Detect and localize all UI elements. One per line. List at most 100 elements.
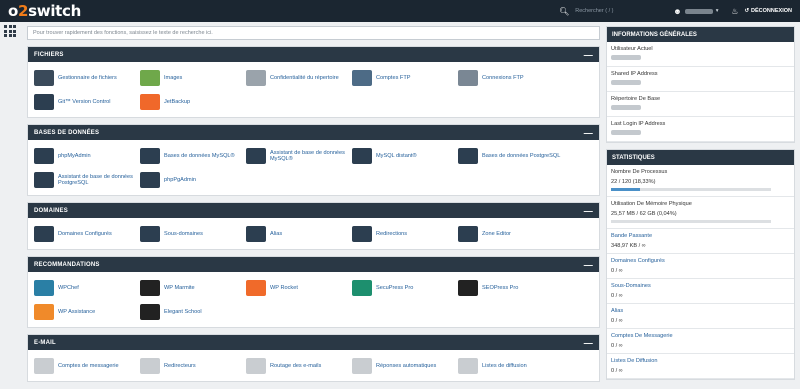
feature-link[interactable]: Redirecteurs: [140, 356, 246, 375]
section-header[interactable]: DOMAINES —: [28, 203, 599, 218]
feature-link[interactable]: SEOPress Pro: [458, 278, 564, 297]
feature-label: Images: [164, 74, 183, 81]
feature-link[interactable]: Comptes de messagerie: [34, 356, 140, 375]
info-label: Shared IP Address: [611, 71, 658, 77]
secupress-icon: [352, 279, 372, 296]
collapse-icon[interactable]: —: [584, 206, 593, 216]
feature-link[interactable]: Connexions FTP: [458, 68, 564, 87]
feature-link[interactable]: Redirections: [352, 224, 458, 243]
feature-link[interactable]: Routage des e-mails: [246, 356, 352, 375]
redacted-value: [611, 105, 641, 110]
top-bar: o2switch 🔍︎ Rechercher ( / ) ☻ ▾ ♨ ↺ DÉCON…: [0, 0, 800, 22]
feature-label: Zone Editor: [482, 230, 511, 237]
feature-label: Alias: [270, 230, 283, 237]
redacted-value: [611, 130, 641, 135]
section-title: RECOMMANDATIONS: [34, 261, 100, 268]
stat-label[interactable]: Comptes De Messagerie: [611, 333, 790, 339]
ftp-accounts-icon: [352, 69, 372, 86]
feature-link[interactable]: Réponses automatiques: [352, 356, 458, 375]
statistics-header: STATISTIQUES: [607, 150, 794, 165]
feature-link[interactable]: Domaines Configurés: [34, 224, 140, 243]
feature-link[interactable]: WP Assistance: [34, 302, 140, 321]
feature-label: Réponses automatiques: [376, 362, 437, 369]
feature-link[interactable]: MySQL distant®: [352, 146, 458, 165]
stat-value: 25,57 MB / 62 GB (0,04%): [611, 211, 677, 217]
wp-rocket-icon: [246, 279, 266, 296]
collapse-icon[interactable]: —: [584, 128, 593, 138]
stat-row: Alias 0 / ∞: [607, 304, 794, 329]
collapse-icon[interactable]: —: [584, 50, 593, 60]
stat-label[interactable]: Alias: [611, 308, 790, 314]
section-header[interactable]: RECOMMANDATIONS —: [28, 257, 599, 272]
feature-label: Assistant de base de données MySQL®: [270, 149, 345, 162]
stat-label[interactable]: Sous-Domaines: [611, 283, 790, 289]
stat-progress-fill: [611, 188, 641, 191]
stat-value: 0 / ∞: [611, 343, 623, 349]
feature-link[interactable]: WPChef: [34, 278, 140, 297]
feature-link[interactable]: WP Marmite: [140, 278, 246, 297]
feature-link[interactable]: Confidentialité du répertoire: [246, 68, 352, 87]
section-panel: RECOMMANDATIONS — WPChef WP Marmite WP Rocke…: [27, 256, 600, 328]
collapse-icon[interactable]: —: [584, 338, 593, 348]
section-items: Domaines Configurés Sous-domaines Alias Red…: [28, 218, 599, 249]
stat-label[interactable]: Domaines Configurés: [611, 258, 790, 264]
feature-link[interactable]: Bases de données PostgreSQL: [458, 146, 564, 165]
section-header[interactable]: E-MAIL —: [28, 335, 599, 350]
section-header[interactable]: BASES DE DONNÉES —: [28, 125, 599, 140]
feature-link[interactable]: phpMyAdmin: [34, 146, 140, 165]
collapse-icon[interactable]: —: [584, 260, 593, 270]
feature-link[interactable]: SecuPress Pro: [352, 278, 458, 297]
email-routing-icon: [246, 357, 266, 374]
stat-label[interactable]: Bande Passante: [611, 233, 790, 239]
section-panel: BASES DE DONNÉES — phpMyAdmin Bases de donn…: [27, 124, 600, 196]
feature-label: Redirecteurs: [164, 362, 196, 369]
feature-link[interactable]: phpPgAdmin: [140, 170, 246, 189]
feature-link[interactable]: Comptes FTP: [352, 68, 458, 87]
info-value-redacted: [611, 80, 790, 87]
feature-link[interactable]: Sous-domaines: [140, 224, 246, 243]
feature-link[interactable]: Assistant de base de données PostgreSQL: [34, 170, 140, 189]
feature-label: WPChef: [58, 284, 79, 291]
feature-label: WP Marmite: [164, 284, 195, 291]
apps-grid-icon[interactable]: [4, 25, 16, 37]
feature-search-input[interactable]: Pour trouver rapidement des fonctions, s…: [27, 26, 600, 40]
user-menu[interactable]: ☻ ▾: [673, 7, 725, 16]
email-accounts-icon: [34, 357, 54, 374]
info-label: Utilisateur Actuel: [611, 46, 653, 52]
wp-assistance-icon: [34, 303, 54, 320]
feature-link[interactable]: Assistant de base de données MySQL®: [246, 146, 352, 165]
wp-marmite-icon: [140, 279, 160, 296]
info-label: Répertoire De Base: [611, 96, 661, 102]
feature-link[interactable]: Images: [140, 68, 246, 87]
stat-row: Comptes De Messagerie 0 / ∞: [607, 329, 794, 354]
feature-link[interactable]: Gestionnaire de fichiers: [34, 68, 140, 87]
feature-link[interactable]: Git™ Version Control: [34, 92, 140, 111]
feature-link[interactable]: JetBackup: [140, 92, 246, 111]
section-panel: FICHIERS — Gestionnaire de fichiers Images C…: [27, 46, 600, 118]
user-icon: ☻: [673, 6, 682, 16]
stat-label[interactable]: Listes De Diffusion: [611, 358, 790, 364]
stat-value: 22 / 120 (18,33%): [611, 179, 656, 185]
stat-value: 0 / ∞: [611, 293, 623, 299]
bell-icon[interactable]: ♨: [731, 7, 738, 16]
feature-link[interactable]: Bases de données MySQL®: [140, 146, 246, 165]
brand-logo[interactable]: o2switch: [8, 2, 81, 20]
feature-link[interactable]: Alias: [246, 224, 352, 243]
feature-link[interactable]: WP Rocket: [246, 278, 352, 297]
search-icon[interactable]: 🔍︎: [559, 7, 569, 16]
feature-link[interactable]: Listes de diffusion: [458, 356, 564, 375]
logout-icon: ↺: [744, 8, 750, 14]
logout-button[interactable]: ↺ DÉCONNEXION: [744, 8, 792, 14]
info-row: Shared IP Address: [607, 67, 794, 92]
section-panel: E-MAIL — Comptes de messagerie Redirecteurs…: [27, 334, 600, 382]
section-header[interactable]: FICHIERS —: [28, 47, 599, 62]
postgresql-wizard-icon: [34, 171, 54, 188]
feature-link[interactable]: Zone Editor: [458, 224, 564, 243]
general-info-header: INFORMATIONS GÉNÉRALES: [607, 27, 794, 42]
feature-link[interactable]: Elegant School: [140, 302, 246, 321]
stat-row: Nombre De Processus 22 / 120 (18,33%): [607, 165, 794, 197]
stat-progress-bar: [611, 220, 771, 223]
top-search-input[interactable]: Rechercher ( / ): [575, 8, 667, 14]
feature-label: Elegant School: [164, 308, 202, 315]
feature-label: Domaines Configurés: [58, 230, 112, 237]
